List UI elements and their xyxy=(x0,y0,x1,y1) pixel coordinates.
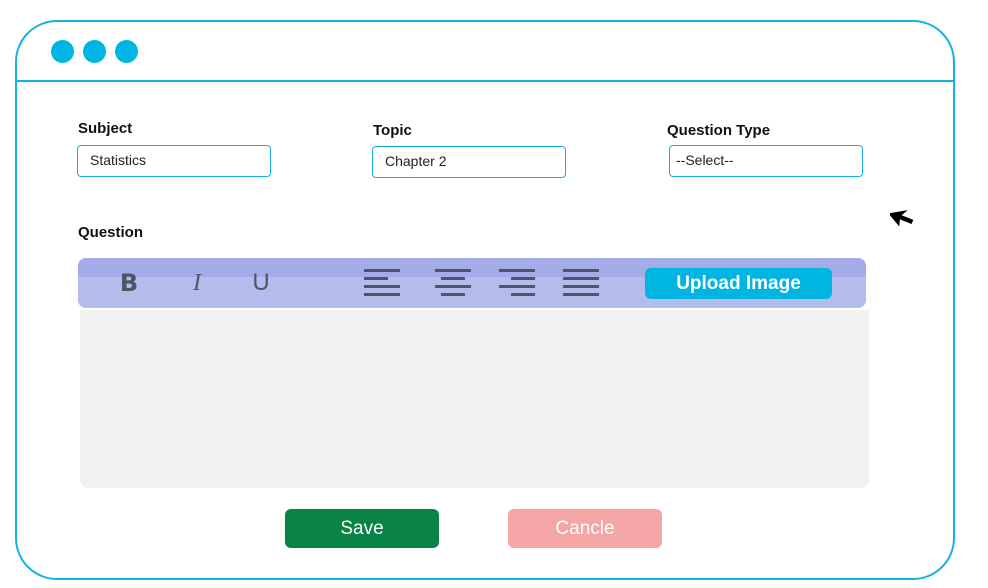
align-left-icon[interactable] xyxy=(362,266,402,300)
topic-label: Topic xyxy=(373,122,412,139)
mouse-pointer-icon xyxy=(890,210,914,227)
cancel-button[interactable]: Cancle xyxy=(508,509,662,548)
window-titlebar xyxy=(17,22,953,82)
upload-image-button[interactable]: Upload Image xyxy=(645,268,832,299)
window-control-dot[interactable] xyxy=(115,40,138,63)
subject-input[interactable]: Statistics xyxy=(77,145,271,177)
topic-input[interactable]: Chapter 2 xyxy=(372,146,566,178)
align-right-icon[interactable] xyxy=(497,266,537,300)
underline-button[interactable]: U xyxy=(248,266,274,300)
window-control-dot[interactable] xyxy=(51,40,74,63)
question-type-label: Question Type xyxy=(667,122,771,139)
question-label: Question xyxy=(78,224,144,241)
subject-label: Subject xyxy=(78,120,133,137)
window-control-dot[interactable] xyxy=(83,40,106,63)
align-justify-icon[interactable] xyxy=(561,266,601,300)
question-type-select[interactable]: --Select-- xyxy=(669,145,863,177)
editor-toolbar: B I U Upload Image xyxy=(78,258,866,308)
align-center-icon[interactable] xyxy=(433,266,473,300)
bold-button[interactable]: B xyxy=(116,266,142,300)
save-button[interactable]: Save xyxy=(285,509,439,548)
italic-button[interactable]: I xyxy=(184,266,210,300)
question-editor[interactable] xyxy=(80,310,869,488)
